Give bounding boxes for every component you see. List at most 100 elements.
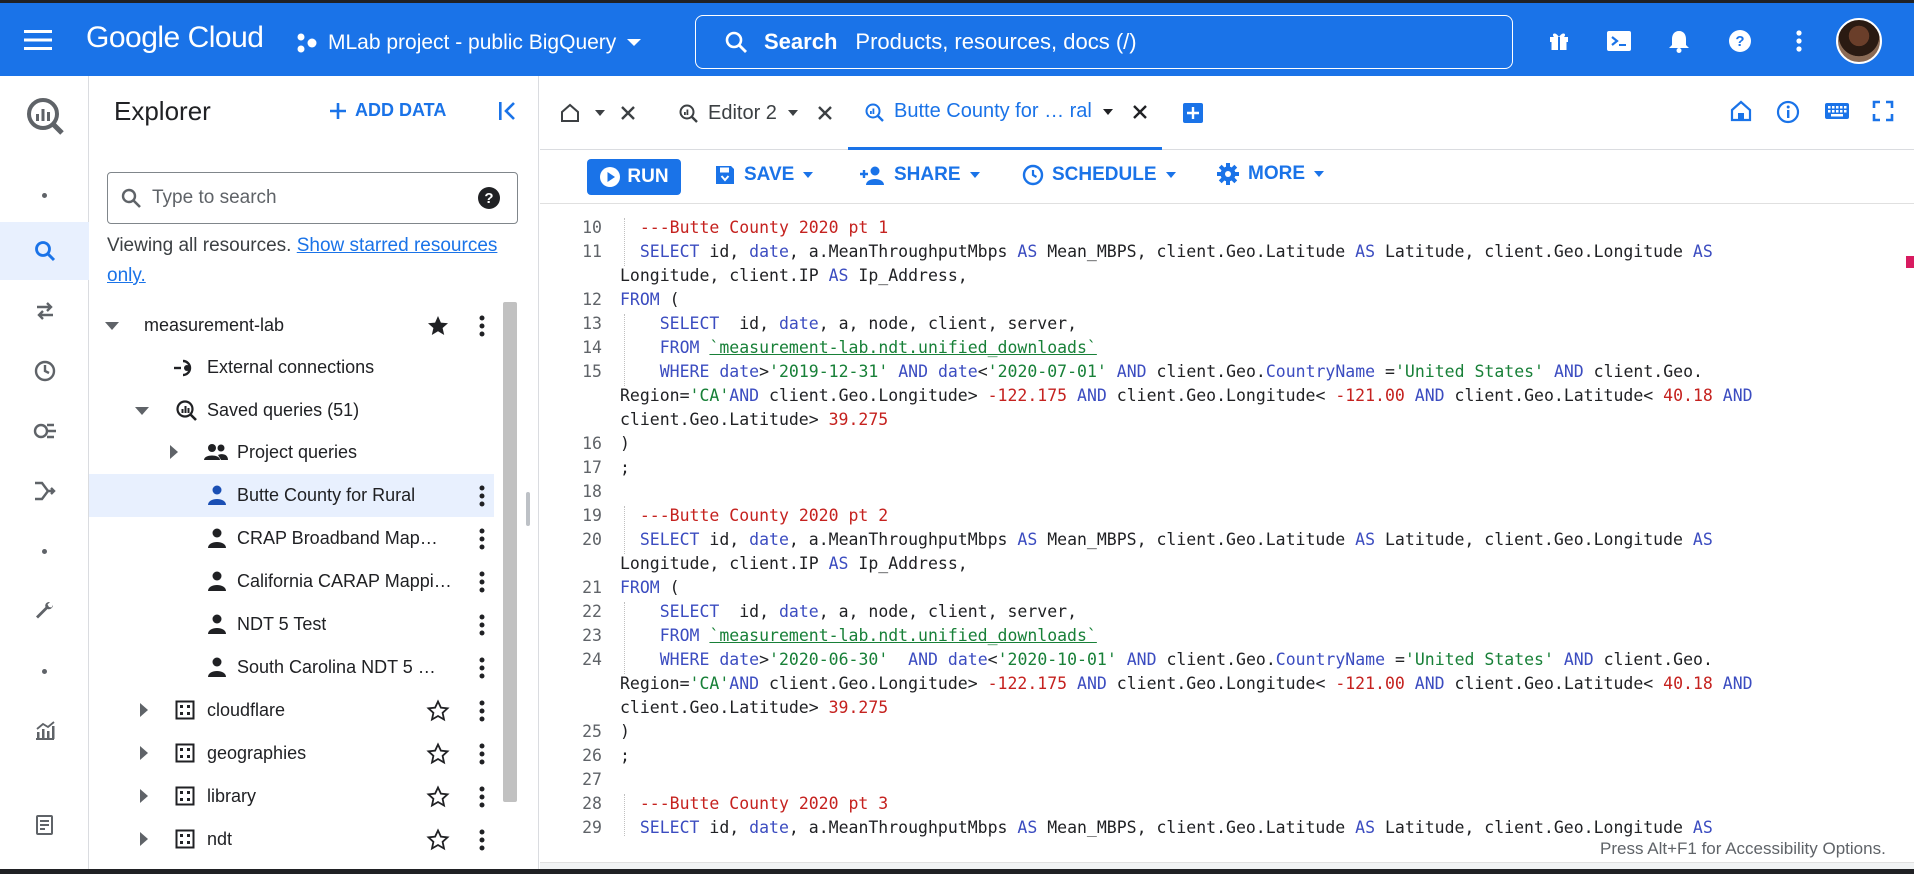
- explorer-scrollbar[interactable]: [503, 302, 517, 802]
- star-outline-icon[interactable]: [426, 742, 450, 766]
- explorer-search-field[interactable]: ?: [107, 172, 518, 224]
- tree-node-ndt[interactable]: ndt: [89, 818, 494, 861]
- tree-label: geographies: [207, 743, 307, 763]
- add-data-button[interactable]: ADD DATA: [329, 100, 446, 121]
- tree-node-geographies[interactable]: geographies: [89, 732, 494, 775]
- line-number: 13: [582, 314, 602, 333]
- explorer-panel: Explorer ADD DATA ? Viewing all resource…: [89, 76, 539, 874]
- string-literal: 'United States': [1404, 650, 1554, 669]
- close-icon[interactable]: [1132, 104, 1148, 120]
- caret-down-icon[interactable]: [594, 109, 606, 117]
- run-button[interactable]: RUN: [587, 159, 681, 195]
- notifications-bell-icon[interactable]: [1661, 23, 1697, 59]
- more-vert-icon[interactable]: [478, 699, 486, 723]
- save-button[interactable]: SAVE: [714, 164, 814, 186]
- svg-text:?: ?: [484, 190, 493, 207]
- fullscreen-icon[interactable]: [1872, 100, 1894, 122]
- line-number: 17: [582, 458, 602, 477]
- close-icon[interactable]: [620, 105, 636, 121]
- tree-node-ndt-5-test[interactable]: NDT 5 Test: [89, 603, 494, 646]
- tab-home[interactable]: [560, 76, 636, 150]
- more-vert-icon[interactable]: [478, 570, 486, 594]
- google-cloud-logo[interactable]: Google Cloud: [86, 21, 264, 55]
- caret-right-icon[interactable]: [139, 702, 149, 718]
- search-nav-icon[interactable]: [0, 222, 89, 280]
- code-line-wrap: client.Geo.Latitude> 39.275: [620, 698, 889, 717]
- more-vert-icon[interactable]: [478, 742, 486, 766]
- caret-right-icon[interactable]: [139, 831, 149, 847]
- caret-down-icon: [803, 172, 814, 178]
- caret-down-icon[interactable]: [787, 109, 799, 117]
- more-vert-icon[interactable]: [1781, 23, 1817, 59]
- tree-node-cloudflare[interactable]: cloudflare: [89, 689, 494, 732]
- tree-node-california-carap-mapping[interactable]: California CARAP Mapping: [89, 560, 494, 603]
- home-icon: [561, 103, 579, 122]
- tree-label: South Carolina NDT 5 Do…: [237, 657, 447, 677]
- star-outline-icon[interactable]: [426, 699, 450, 723]
- user-avatar[interactable]: [1836, 18, 1882, 64]
- data-transfer-icon[interactable]: [0, 286, 89, 336]
- info-icon[interactable]: [1776, 100, 1800, 124]
- close-icon[interactable]: [817, 105, 833, 121]
- release-notes-icon[interactable]: [0, 800, 89, 850]
- more-vert-icon[interactable]: [478, 828, 486, 852]
- share-button[interactable]: SHARE: [860, 164, 981, 186]
- bigquery-logo-icon[interactable]: [0, 86, 89, 146]
- accessibility-hint: Press Alt+F1 for Accessibility Options.: [1600, 839, 1886, 859]
- more-vert-icon[interactable]: [478, 484, 486, 508]
- caret-right-icon[interactable]: [139, 745, 149, 761]
- caret-right-icon[interactable]: [169, 444, 179, 460]
- more-label: MORE: [1248, 163, 1305, 184]
- more-vert-icon[interactable]: [478, 656, 486, 680]
- more-vert-icon[interactable]: [478, 613, 486, 637]
- dataflow-icon[interactable]: [0, 466, 89, 516]
- more-vert-icon[interactable]: [478, 785, 486, 809]
- more-vert-icon[interactable]: [478, 314, 486, 338]
- caret-down-icon[interactable]: [1102, 108, 1114, 116]
- more-vert-icon[interactable]: [478, 527, 486, 551]
- sql-code-editor[interactable]: 10 11 12 13 14 15 16 17 18 19 20 21 22 2…: [540, 204, 1914, 837]
- wrench-icon[interactable]: [0, 586, 89, 636]
- project-selector[interactable]: MLab project - public BigQuery: [296, 25, 642, 61]
- star-filled-icon[interactable]: [426, 314, 450, 338]
- caret-down-icon[interactable]: [134, 406, 150, 416]
- caret-down-icon[interactable]: [104, 321, 120, 331]
- monitoring-chart-icon[interactable]: [0, 706, 89, 756]
- tab-butte-county[interactable]: Butte County for … ral: [848, 76, 1162, 150]
- tree-node-crap-broadband-mapping[interactable]: CRAP Broadband Mappin…: [89, 517, 494, 560]
- tree-node-measurement-lab[interactable]: measurement-lab: [89, 304, 494, 347]
- tree-node-saved-queries[interactable]: Saved queries (51): [89, 389, 494, 432]
- collapse-panel-icon[interactable]: [496, 100, 520, 122]
- tree-node-south-carolina-ndt5[interactable]: South Carolina NDT 5 Do…: [89, 646, 494, 689]
- star-outline-icon[interactable]: [426, 785, 450, 809]
- tree-node-butte-county-for-rural[interactable]: Butte County for Rural: [89, 474, 494, 517]
- home-outline-icon[interactable]: [1730, 100, 1752, 122]
- help-icon[interactable]: ?: [1722, 23, 1758, 59]
- caret-right-icon[interactable]: [139, 788, 149, 804]
- more-button[interactable]: MORE: [1216, 162, 1325, 186]
- tree-node-external-connections[interactable]: External connections: [89, 346, 494, 389]
- schedule-button[interactable]: SCHEDULE: [1022, 164, 1177, 186]
- viewing-label: Viewing all resources.: [107, 235, 292, 256]
- menu-icon[interactable]: [22, 27, 58, 57]
- cloud-shell-icon[interactable]: [1601, 23, 1637, 59]
- new-tab-plus-icon[interactable]: [1182, 76, 1204, 150]
- tree-node-library[interactable]: library: [89, 775, 494, 818]
- analytics-hub-icon[interactable]: [0, 406, 89, 456]
- help-icon[interactable]: ?: [477, 186, 501, 210]
- explorer-search-input[interactable]: [152, 187, 477, 209]
- line-number: 29: [582, 818, 602, 837]
- global-search-bar[interactable]: Search Products, resources, docs (/): [695, 15, 1513, 69]
- scroll-marker: [1906, 256, 1914, 268]
- tree-node-project-queries[interactable]: Project queries: [89, 431, 494, 474]
- gift-icon[interactable]: [1541, 23, 1577, 59]
- query-toolbar: RUN SAVE SHARE SCHEDULE MORE: [540, 150, 1914, 204]
- keyboard-icon[interactable]: [1824, 100, 1850, 122]
- tab-editor-2[interactable]: Editor 2: [678, 76, 833, 150]
- code-line: SELECT id, date, a.MeanThroughputMbps AS…: [639, 818, 1713, 837]
- history-clock-icon[interactable]: [0, 346, 89, 396]
- panel-resize-handle[interactable]: [526, 492, 530, 526]
- line-number: 24: [582, 650, 602, 669]
- number-literal: -122.175: [987, 674, 1068, 693]
- star-outline-icon[interactable]: [426, 828, 450, 852]
